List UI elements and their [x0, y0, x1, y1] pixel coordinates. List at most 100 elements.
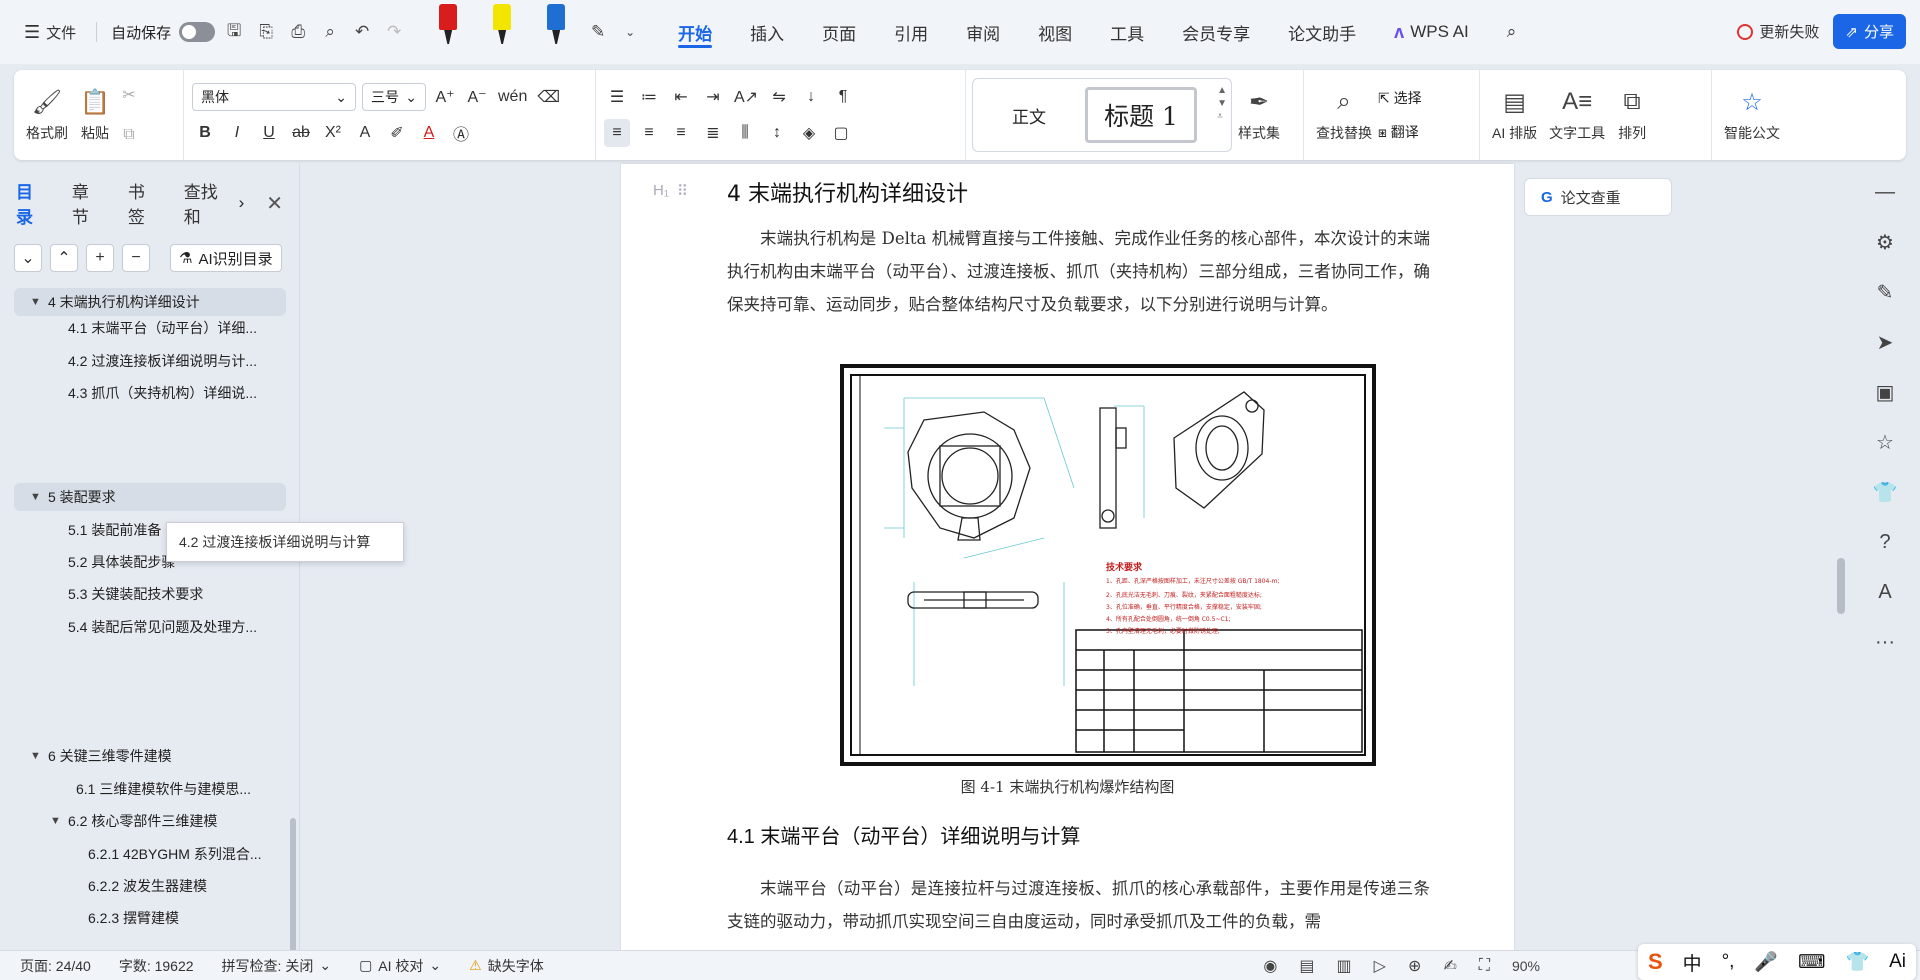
toc-item[interactable]: 4.2 过渡连接板详细说明与计... — [68, 347, 286, 375]
save-icon[interactable]: 🖫 — [221, 19, 247, 45]
ai-layout-button[interactable]: ▤ AI 排版 — [1486, 70, 1543, 160]
toc-item[interactable]: ▼ 5 装配要求 — [14, 483, 286, 511]
smart-doc-button[interactable]: ☆ 智能公文 — [1718, 70, 1786, 160]
tab-tools[interactable]: 工具 — [1091, 0, 1163, 64]
copy-icon[interactable]: ⧉ — [116, 121, 142, 149]
toc-item[interactable]: 4.3 抓爪（夹持机构）详细说... — [68, 379, 286, 407]
phonetic-guide-icon[interactable]: wén — [496, 83, 529, 111]
show-marks-icon[interactable]: ¶ — [830, 83, 856, 111]
sort-icon[interactable]: ↓ — [798, 83, 824, 111]
tab-find[interactable]: 查找和 — [184, 178, 235, 228]
blue-pen-icon[interactable] — [545, 0, 567, 46]
microphone-icon[interactable]: 🎤 — [1754, 950, 1778, 974]
section-heading[interactable]: 4 末端执行机构详细设计 — [727, 176, 968, 208]
zoom-level[interactable]: 90% — [1512, 958, 1540, 974]
arrange-button[interactable]: ⧉ 排列 — [1611, 70, 1653, 160]
paper-check-button[interactable]: G 论文查重 — [1524, 178, 1672, 216]
edit-view-icon[interactable]: ✍ — [1443, 956, 1456, 976]
text-direction-icon[interactable]: A↗ — [732, 83, 760, 111]
tab-thesis[interactable]: 论文助手 — [1269, 0, 1375, 64]
toc-item[interactable]: ▼ 4 末端执行机构详细设计 — [14, 288, 286, 316]
font-color-icon[interactable]: A — [416, 119, 442, 147]
toc-item[interactable]: ▼ 6 关键三维零件建模 — [30, 742, 286, 770]
drag-handle-icon[interactable]: ⠿ — [677, 182, 688, 200]
increase-indent-icon[interactable]: ⇥ — [700, 83, 726, 111]
tab-review[interactable]: 审阅 — [947, 0, 1019, 64]
style-scroll[interactable]: ▲ ▼ ⩡ — [1217, 85, 1227, 122]
spell-check[interactable]: 拼写检查: 关闭 ⌄ — [222, 956, 332, 976]
ai-assistant-icon[interactable]: Ai — [1889, 951, 1906, 973]
tab-bookmark[interactable]: 书签 — [128, 178, 162, 228]
tab-page[interactable]: 页面 — [803, 0, 875, 64]
style-normal[interactable]: 正文 — [973, 103, 1085, 128]
fit-page-icon[interactable]: ⛶ — [1479, 957, 1490, 975]
italic-icon[interactable]: I — [224, 119, 250, 147]
toc-item[interactable]: 5.4 装配后常见问题及处理方... — [68, 613, 286, 641]
clear-format-icon[interactable]: ⌫ — [535, 83, 562, 111]
format-painter-button[interactable]: 🖌 格式刷 — [20, 70, 74, 160]
numbered-list-icon[interactable]: ≔ — [636, 83, 662, 111]
find-replace-button[interactable]: ⌕ 查找替换 — [1310, 70, 1378, 160]
style-heading1[interactable]: 标题 1 — [1085, 87, 1197, 143]
shrink-font-icon[interactable]: A⁻ — [464, 83, 490, 111]
word-count[interactable]: 字数: 19622 — [119, 956, 194, 976]
document-scrollbar[interactable] — [1828, 164, 1848, 950]
superscript-icon[interactable]: X² — [320, 119, 346, 147]
decrease-indent-icon[interactable]: ⇤ — [668, 83, 694, 111]
share-button[interactable]: ⇗ 分享 — [1833, 14, 1906, 49]
distribute-icon[interactable]: ⫼ — [732, 119, 758, 147]
cursor-icon[interactable]: ➤ — [1873, 330, 1897, 354]
tab-wps-ai[interactable]: ʌ WPS AI — [1375, 0, 1488, 64]
char-border-icon[interactable]: Ⓐ — [448, 119, 474, 147]
font-size-select[interactable]: 三号 ⌄ — [362, 83, 426, 111]
justify-icon[interactable]: ≣ — [700, 119, 726, 147]
help-icon[interactable]: ? — [1873, 530, 1897, 554]
print-icon[interactable]: ⎙ — [285, 19, 311, 45]
tab-chapter[interactable]: 章节 — [72, 178, 106, 228]
page-count[interactable]: 页面: 24/40 — [20, 956, 91, 976]
red-pen-icon[interactable] — [437, 0, 459, 46]
keyboard-icon[interactable]: ⌨ — [1798, 951, 1825, 974]
subsection-heading[interactable]: 4.1 末端平台（动平台）详细说明与计算 — [727, 820, 1080, 849]
export-icon[interactable]: ⎘ — [253, 19, 279, 45]
engineering-drawing[interactable]: 技术要求 1、孔距、孔深严格按图样加工，未注尺寸公差按 GB/T 1804-m;… — [840, 364, 1376, 766]
toc-item[interactable]: 4.1 末端平台（动平台）详细... — [68, 314, 286, 342]
style-set-button[interactable]: ✒ 样式集 — [1232, 70, 1286, 160]
strikethrough-icon[interactable]: ab — [288, 119, 314, 147]
toc-item[interactable]: 5.3 关键装配技术要求 — [68, 580, 286, 608]
missing-font[interactable]: ⚠ 缺失字体 — [469, 956, 544, 976]
underline-icon[interactable]: U — [256, 119, 282, 147]
autosave-toggle[interactable] — [179, 22, 216, 42]
search-icon[interactable]: ⌕ — [1488, 0, 1536, 64]
shirt-icon[interactable]: 👕 — [1873, 480, 1898, 504]
close-icon[interactable]: ✕ — [266, 191, 283, 216]
settings-sliders-icon[interactable]: ⚙ — [1873, 230, 1897, 254]
autosave[interactable]: 自动保存 — [111, 22, 216, 43]
shading-icon[interactable]: ◈ — [796, 119, 822, 147]
redo-icon[interactable]: ↷ — [381, 19, 407, 45]
tab-member[interactable]: 会员专享 — [1163, 0, 1269, 64]
collapse-down-icon[interactable]: ⌄ — [14, 244, 42, 272]
punctuation-icon[interactable]: °, — [1722, 951, 1735, 973]
ai-proofread[interactable]: ▢ AI 校对 ⌄ — [359, 956, 441, 976]
sogou-logo-icon[interactable]: S — [1648, 949, 1663, 975]
align-center-icon[interactable]: ≡ — [636, 119, 662, 147]
nav-scrollbar[interactable] — [290, 818, 296, 958]
file-menu[interactable]: ☰ 文件 — [18, 18, 82, 47]
border-icon[interactable]: ▢ — [828, 119, 854, 147]
ai-toc-button[interactable]: ⚗ AI识别目录 — [170, 244, 282, 272]
draw-tool-icon[interactable]: ✎ — [585, 19, 611, 45]
tab-home[interactable]: 开始 — [659, 0, 731, 64]
sync-status[interactable]: 更新失败 — [1737, 21, 1819, 42]
text-effect-icon[interactable]: A — [352, 119, 378, 147]
add-icon[interactable]: + — [86, 244, 114, 272]
more-icon[interactable]: ··· — [1873, 630, 1897, 654]
ime-language[interactable]: 中 — [1683, 949, 1702, 976]
skin-icon[interactable]: 👕 — [1845, 950, 1869, 974]
document-page[interactable]: H₁ ⠿ 4 末端执行机构详细设计 末端执行机构是 Delta 机械臂直接与工件接… — [621, 164, 1514, 950]
page-view-icon[interactable]: ▤ — [1299, 956, 1314, 976]
pen-icon[interactable]: ✎ — [1873, 280, 1897, 304]
eye-icon[interactable]: ◉ — [1263, 956, 1277, 976]
align-right-icon[interactable]: ≡ — [668, 119, 694, 147]
heading-marker[interactable]: H₁ ⠿ — [653, 182, 688, 200]
